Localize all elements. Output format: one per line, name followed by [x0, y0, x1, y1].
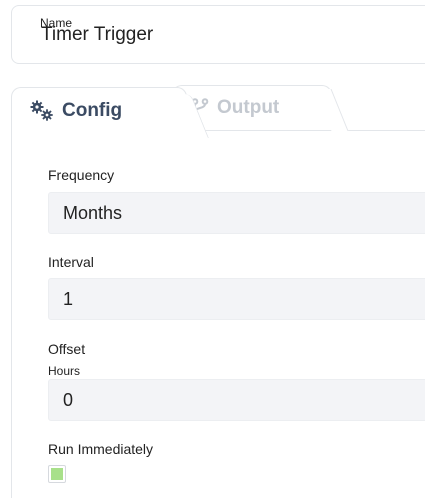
offset-hours-label: Hours: [48, 364, 81, 378]
tab-output-label: Output: [217, 96, 280, 118]
trigger-editor: Name Output: [0, 0, 425, 498]
name-input[interactable]: [41, 23, 421, 47]
run-immediately-checkbox[interactable]: [48, 465, 66, 483]
gears-icon: [30, 100, 54, 122]
interval-value: 1: [63, 288, 74, 309]
interval-input[interactable]: 1: [48, 278, 425, 320]
tab-config-label: Config: [62, 99, 123, 121]
offset-hours-value: 0: [63, 389, 74, 410]
frequency-select[interactable]: Months: [48, 192, 425, 234]
frequency-label: Frequency: [48, 167, 115, 183]
run-immediately-label: Run Immediately: [48, 441, 154, 457]
tab-config[interactable]: Config: [11, 87, 187, 133]
interval-label: Interval: [48, 254, 94, 270]
frequency-value: Months: [63, 202, 123, 223]
checkbox-checked-indicator: [51, 468, 63, 480]
offset-label: Offset: [48, 341, 86, 357]
offset-hours-input[interactable]: 0: [48, 379, 425, 421]
